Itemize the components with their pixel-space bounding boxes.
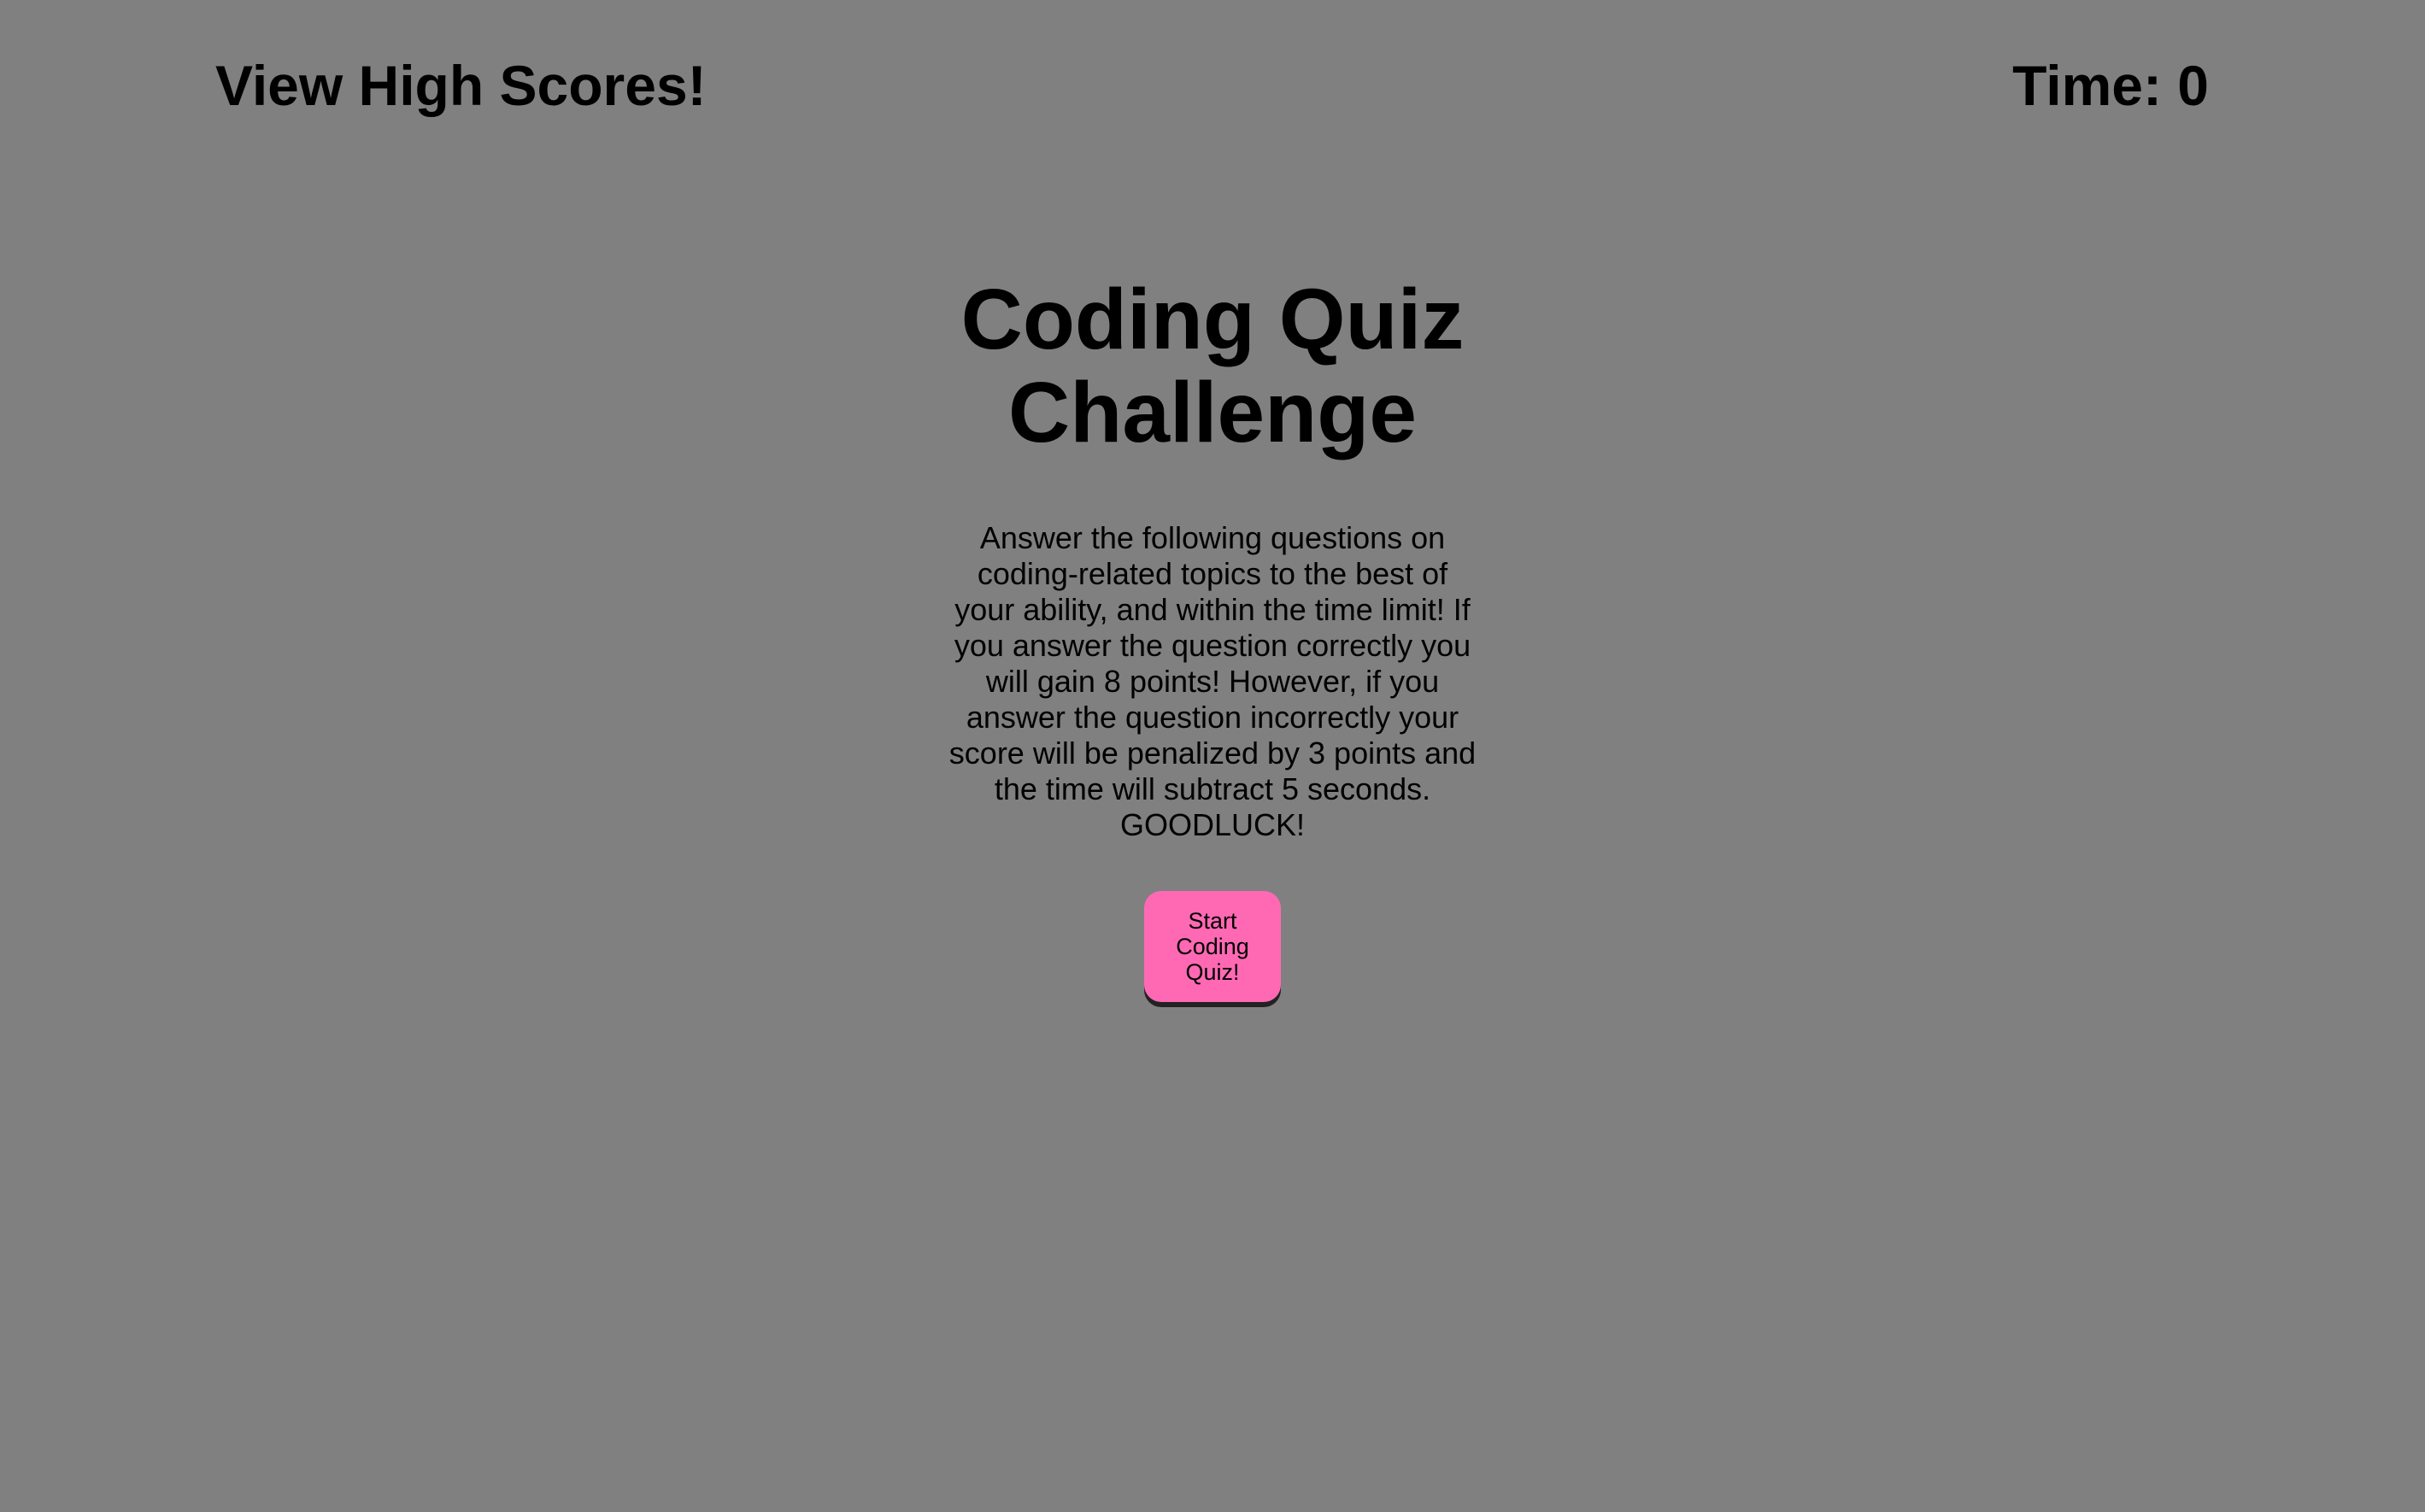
start-quiz-button[interactable]: Start Coding Quiz! xyxy=(1144,891,1281,1002)
quiz-instructions: Answer the following questions on coding… xyxy=(948,520,1477,842)
view-high-scores-link[interactable]: View High Scores! xyxy=(215,50,707,121)
timer-display: Time: 0 xyxy=(2012,54,2209,117)
quiz-intro-panel: Coding Quiz Challenge Answer the followi… xyxy=(931,273,1494,1002)
page-title: Coding Quiz Challenge xyxy=(960,272,1465,460)
